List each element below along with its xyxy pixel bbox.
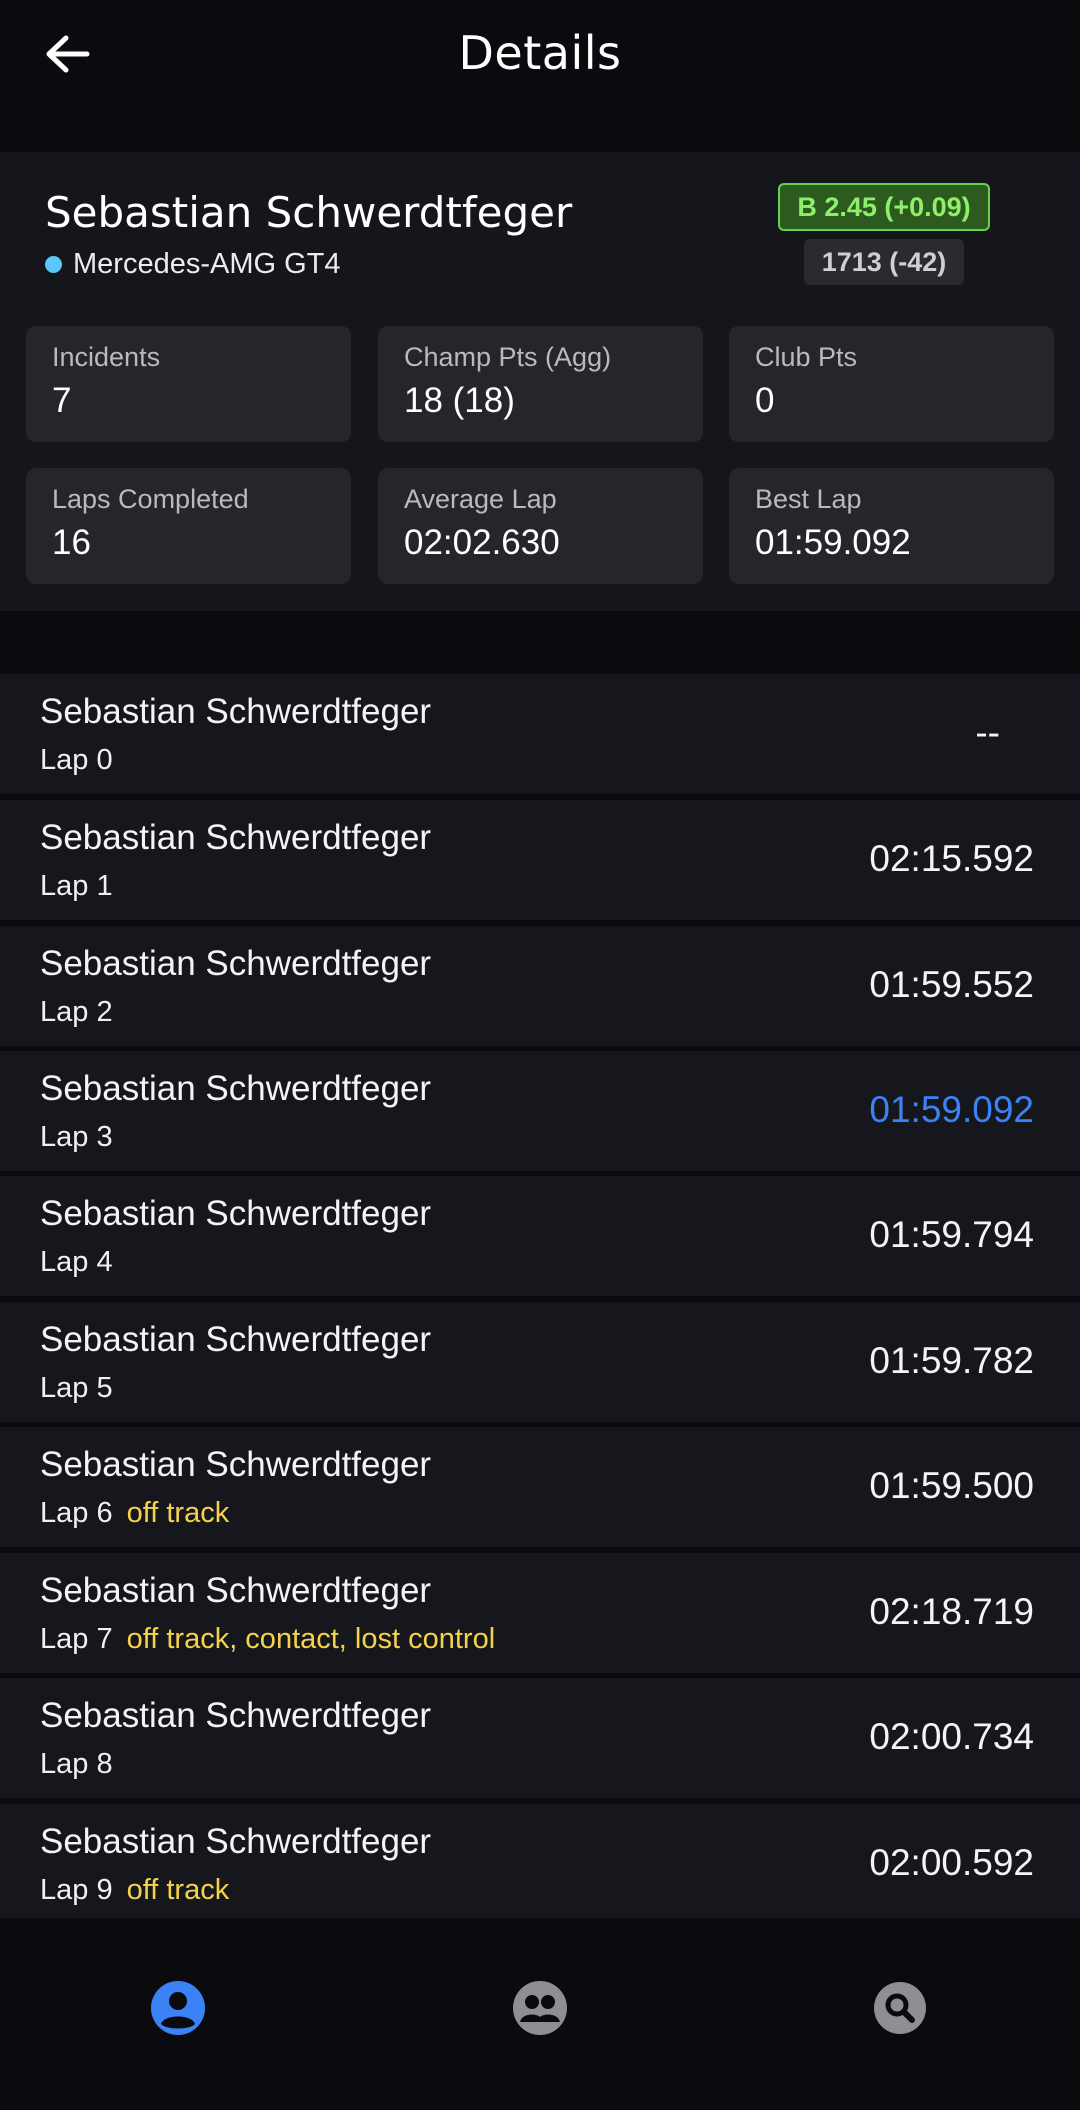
lap-incident-flags: off track, contact, lost control bbox=[126, 1623, 496, 1655]
stat-label: Laps Completed bbox=[52, 484, 249, 514]
lap-row[interactable]: Sebastian Schwerdtfeger Lap 6 off track 0… bbox=[0, 1427, 1080, 1547]
lap-number: Lap 6 bbox=[40, 1497, 113, 1529]
driver-summary-card: Sebastian Schwerdtfeger Mercedes-AMG GT4… bbox=[0, 152, 1080, 611]
group-icon bbox=[513, 1981, 567, 2035]
nav-group-button[interactable] bbox=[510, 1978, 570, 2038]
stat-value: 16 bbox=[52, 523, 91, 562]
lap-driver-name: Sebastian Schwerdtfeger bbox=[40, 1822, 432, 1861]
stat-label: Incidents bbox=[52, 342, 161, 372]
lap-row[interactable]: Sebastian Schwerdtfeger Lap 5 01:59.782 bbox=[0, 1302, 1080, 1422]
stat-label: Club Pts bbox=[755, 342, 858, 372]
car-color-dot bbox=[45, 256, 62, 273]
lap-number-row: Lap 0 bbox=[40, 744, 113, 777]
stat-label: Average Lap bbox=[404, 484, 557, 514]
lap-number: Lap 8 bbox=[40, 1748, 113, 1780]
lap-row[interactable]: Sebastian Schwerdtfeger Lap 3 01:59.092 bbox=[0, 1051, 1080, 1171]
stat-best-lap: Best Lap 01:59.092 bbox=[729, 468, 1054, 584]
lap-time: 02:15.592 bbox=[869, 838, 1034, 879]
lap-row[interactable]: Sebastian Schwerdtfeger Lap 7 off track, … bbox=[0, 1553, 1080, 1673]
lap-driver-name: Sebastian Schwerdtfeger bbox=[40, 1320, 432, 1359]
lap-time: 01:59.782 bbox=[869, 1340, 1034, 1381]
lap-driver-name: Sebastian Schwerdtfeger bbox=[40, 1445, 432, 1484]
lap-number-row: Lap 5 bbox=[40, 1372, 113, 1405]
lap-driver-name: Sebastian Schwerdtfeger bbox=[40, 1696, 432, 1735]
lap-number-row: Lap 7 off track, contact, lost control bbox=[40, 1623, 495, 1656]
lap-time: 02:00.734 bbox=[869, 1716, 1034, 1757]
stat-label: Best Lap bbox=[755, 484, 862, 514]
lap-number-row: Lap 9 off track bbox=[40, 1874, 229, 1907]
lap-number-row: Lap 8 bbox=[40, 1748, 113, 1781]
stat-laps-completed: Laps Completed 16 bbox=[26, 468, 351, 584]
stat-value: 0 bbox=[755, 381, 775, 420]
stat-value: 18 (18) bbox=[404, 381, 515, 420]
lap-time: 01:59.500 bbox=[869, 1465, 1034, 1506]
stat-incidents: Incidents 7 bbox=[26, 326, 351, 442]
stat-club-pts: Club Pts 0 bbox=[729, 326, 1054, 442]
lap-time-best: 01:59.092 bbox=[869, 1089, 1034, 1130]
profile-icon bbox=[151, 1981, 205, 2035]
lap-number-row: Lap 6 off track bbox=[40, 1497, 229, 1530]
lap-number-row: Lap 3 bbox=[40, 1121, 113, 1154]
lap-incident-flags: off track bbox=[126, 1497, 230, 1529]
lap-incident-flags: off track bbox=[126, 1874, 230, 1906]
car-row: Mercedes-AMG GT4 bbox=[45, 248, 341, 281]
lap-number: Lap 9 bbox=[40, 1874, 113, 1906]
lap-time: 02:00.592 bbox=[869, 1842, 1034, 1883]
license-badge: B 2.45 (+0.09) bbox=[778, 183, 990, 231]
irating-badge: 1713 (-42) bbox=[804, 239, 964, 285]
page-title: Details bbox=[458, 26, 622, 80]
lap-driver-name: Sebastian Schwerdtfeger bbox=[40, 818, 432, 857]
lap-row[interactable]: Sebastian Schwerdtfeger Lap 4 01:59.794 bbox=[0, 1176, 1080, 1296]
lap-driver-name: Sebastian Schwerdtfeger bbox=[40, 1069, 432, 1108]
stat-label: Champ Pts (Agg) bbox=[404, 342, 612, 372]
lap-number: Lap 3 bbox=[40, 1121, 113, 1153]
stat-value: 7 bbox=[52, 381, 72, 420]
lap-driver-name: Sebastian Schwerdtfeger bbox=[40, 944, 432, 983]
stat-champ-pts: Champ Pts (Agg) 18 (18) bbox=[378, 326, 703, 442]
nav-search-button[interactable] bbox=[870, 1978, 930, 2038]
lap-time: 01:59.794 bbox=[869, 1214, 1034, 1255]
lap-driver-name: Sebastian Schwerdtfeger bbox=[40, 1571, 432, 1610]
car-name: Mercedes-AMG GT4 bbox=[73, 248, 341, 280]
lap-number-row: Lap 2 bbox=[40, 996, 113, 1029]
lap-row[interactable]: Sebastian Schwerdtfeger Lap 2 01:59.552 bbox=[0, 926, 1080, 1046]
lap-time: 02:18.719 bbox=[869, 1591, 1034, 1632]
lap-row[interactable]: Sebastian Schwerdtfeger Lap 9 off track 0… bbox=[0, 1804, 1080, 1924]
lap-row[interactable]: Sebastian Schwerdtfeger Lap 0 -- bbox=[0, 674, 1080, 794]
lap-driver-name: Sebastian Schwerdtfeger bbox=[40, 1194, 432, 1233]
search-icon bbox=[874, 1982, 926, 2034]
lap-number: Lap 0 bbox=[40, 744, 113, 776]
lap-time: -- bbox=[975, 712, 1000, 753]
lap-time: 01:59.552 bbox=[869, 964, 1034, 1005]
lap-number: Lap 7 bbox=[40, 1623, 113, 1655]
bottom-navigation bbox=[0, 1918, 1080, 2110]
top-app-bar: Details bbox=[0, 0, 1080, 152]
nav-profile-button[interactable] bbox=[148, 1978, 208, 2038]
stat-average-lap: Average Lap 02:02.630 bbox=[378, 468, 703, 584]
lap-row[interactable]: Sebastian Schwerdtfeger Lap 8 02:00.734 bbox=[0, 1678, 1080, 1798]
stat-value: 01:59.092 bbox=[755, 523, 911, 562]
lap-number-row: Lap 1 bbox=[40, 870, 113, 903]
lap-row[interactable]: Sebastian Schwerdtfeger Lap 1 02:15.592 bbox=[0, 800, 1080, 920]
stat-value: 02:02.630 bbox=[404, 523, 560, 562]
lap-number: Lap 1 bbox=[40, 870, 113, 902]
lap-driver-name: Sebastian Schwerdtfeger bbox=[40, 692, 432, 731]
driver-name: Sebastian Schwerdtfeger bbox=[45, 188, 573, 237]
lap-number: Lap 5 bbox=[40, 1372, 113, 1404]
lap-number: Lap 4 bbox=[40, 1246, 113, 1278]
lap-number: Lap 2 bbox=[40, 996, 113, 1028]
lap-number-row: Lap 4 bbox=[40, 1246, 113, 1279]
